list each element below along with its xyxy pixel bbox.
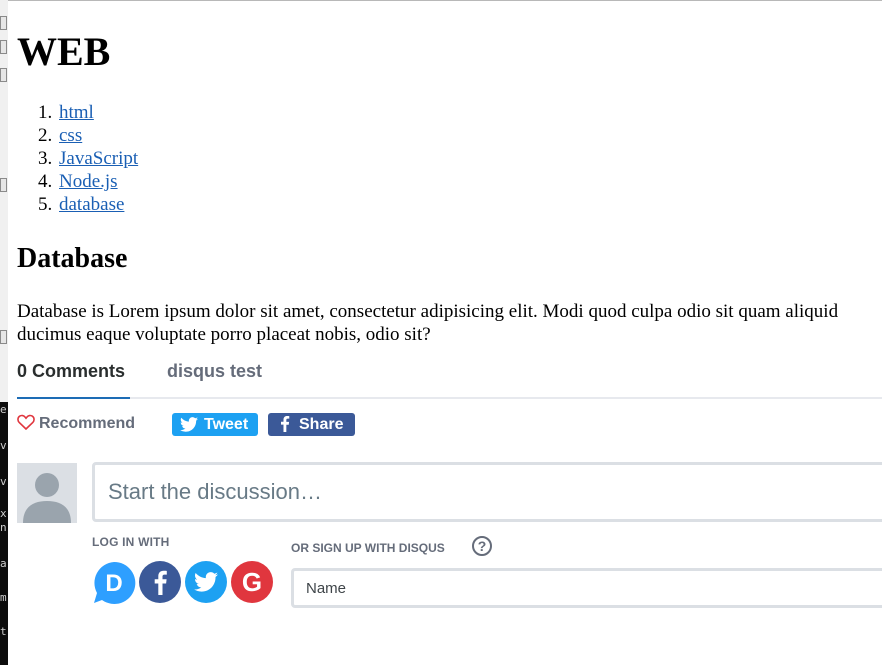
toc-item: JavaScript <box>57 147 138 170</box>
avatar <box>17 463 77 523</box>
active-tab-indicator <box>17 397 130 399</box>
help-icon[interactable]: ? <box>472 536 492 556</box>
facebook-icon <box>139 561 181 603</box>
toc-link-css[interactable]: css <box>59 125 82 146</box>
terminal-char: m <box>0 592 7 604</box>
tab-comments[interactable]: 0 Comments <box>17 361 125 382</box>
terminal-char: v <box>0 440 7 452</box>
terminal-char: x <box>0 508 7 520</box>
toc-list: html css JavaScript Node.js database <box>17 101 138 216</box>
svg-text:D: D <box>105 570 122 597</box>
svg-text:G: G <box>242 567 262 597</box>
default-avatar-icon <box>17 463 77 523</box>
terminal-char: a <box>0 558 7 570</box>
terminal-char: t <box>0 626 7 638</box>
facebook-f-icon <box>281 416 290 432</box>
toc-link-database[interactable]: database <box>59 194 124 215</box>
toc-link-javascript[interactable]: JavaScript <box>59 148 138 169</box>
login-with-label: LOG IN WITH <box>92 535 170 549</box>
google-icon: G <box>231 561 273 603</box>
recommend-button[interactable]: Recommend <box>17 414 135 433</box>
heart-icon <box>17 414 35 430</box>
tweet-button[interactable]: Tweet <box>172 413 258 436</box>
disqus-login-button[interactable]: D <box>92 561 136 604</box>
toc-link-nodejs[interactable]: Node.js <box>59 171 118 192</box>
twitter-login-button[interactable] <box>185 561 227 603</box>
tweet-label: Tweet <box>204 416 249 433</box>
disqus-thread: 0 Comments disqus test Recommend Tweet S… <box>17 357 882 608</box>
signup-label: OR SIGN UP WITH DISQUS <box>291 541 445 555</box>
background-window-control <box>0 68 7 82</box>
google-login-button[interactable]: G <box>231 561 273 603</box>
disqus-actions: Recommend Tweet Share <box>17 412 617 438</box>
twitter-bird-icon <box>180 417 198 432</box>
toc-item: database <box>57 193 138 216</box>
twitter-icon <box>185 561 227 603</box>
terminal-char: n <box>0 522 7 534</box>
toc-link-html[interactable]: html <box>59 102 94 123</box>
browser-page: WEB html css JavaScript Node.js database… <box>8 0 882 665</box>
toc-item: Node.js <box>57 170 138 193</box>
recommend-label: Recommend <box>39 415 136 432</box>
background-window-control <box>0 178 7 192</box>
disqus-tabs: 0 Comments disqus test <box>17 357 882 399</box>
toc-item: html <box>57 101 138 124</box>
background-window-control <box>0 16 7 30</box>
page-title: WEB <box>17 29 111 74</box>
background-window-control <box>0 330 7 344</box>
share-label: Share <box>299 416 344 433</box>
comment-input[interactable]: Start the discussion… <box>92 462 882 522</box>
terminal-char: v <box>0 476 7 488</box>
background-window-edge: e v v x n a m t <box>0 0 8 665</box>
background-window-control <box>0 40 7 54</box>
name-field[interactable]: Name <box>291 568 882 608</box>
section-body: Database is Lorem ipsum dolor sit amet, … <box>17 301 839 345</box>
section-title: Database <box>17 243 128 274</box>
terminal-char: e <box>0 404 7 416</box>
toc-item: css <box>57 124 138 147</box>
tab-community[interactable]: disqus test <box>167 361 262 382</box>
facebook-share-button[interactable]: Share <box>268 413 355 436</box>
background-terminal: e v v x n a m t <box>0 402 8 665</box>
disqus-icon: D <box>94 561 136 604</box>
facebook-login-button[interactable] <box>139 561 181 603</box>
